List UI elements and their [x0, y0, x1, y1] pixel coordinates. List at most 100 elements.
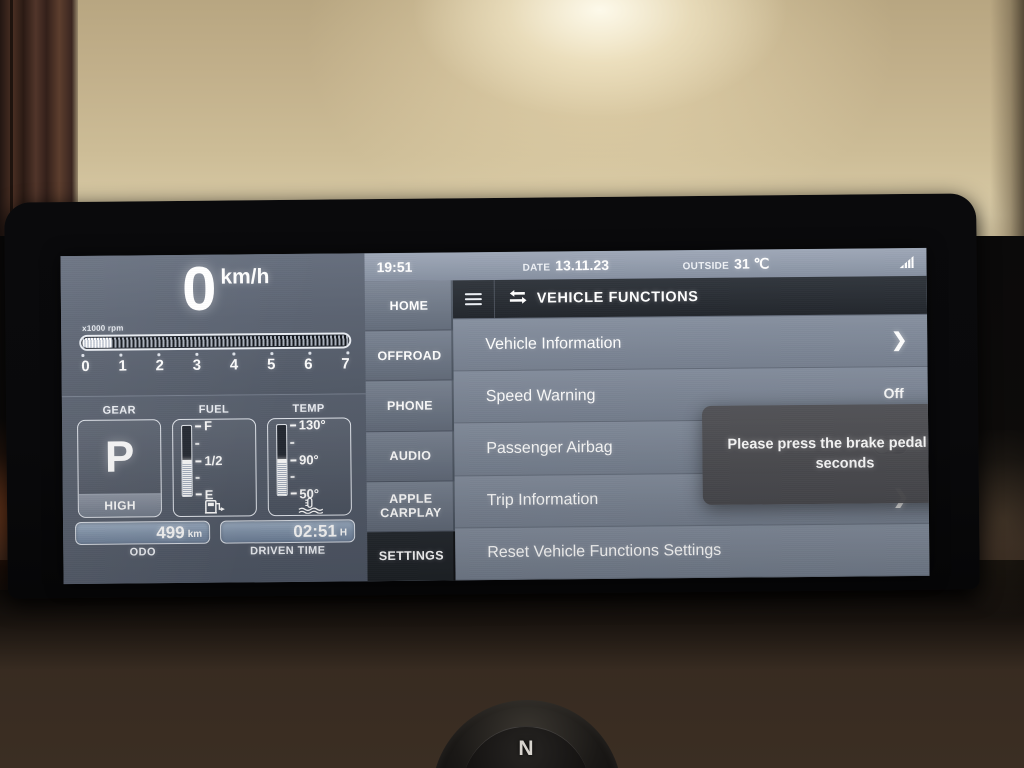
tachometer-number-5: 5: [266, 356, 276, 374]
fuel-gauge-title: FUEL: [198, 403, 230, 416]
tab-settings[interactable]: SETTINGS: [367, 531, 456, 582]
instrument-cluster: 0 km/h x1000 rpm 01234567 GEAR P HIGH FU…: [60, 253, 368, 585]
temp-scale-dash: [289, 441, 294, 444]
fuel-scale-dash: [195, 442, 200, 445]
fuel-scale-dash: [195, 425, 202, 428]
status-bar-date-value: 13.11.23: [555, 256, 610, 274]
fuel-scale-marks: F 1/2 E: [195, 419, 248, 502]
fuel-scale-mark-2: 1/2: [195, 453, 223, 469]
fuel-scale-mark-1: [195, 442, 202, 445]
odometer-value: 499: [156, 522, 185, 542]
temp-level-fill: [277, 460, 287, 496]
menu-row-reset-vehicle-functions-settings[interactable]: Reset Vehicle Functions Settings: [455, 523, 930, 581]
fuel-pump-icon: [174, 497, 256, 515]
status-bar-time: 19:51: [376, 258, 413, 276]
infotainment-pane: 19:51 DATE 13.11.23 OUTSIDE 31 ℃ HOME OF…: [364, 247, 930, 582]
menu-bar: VEHICLE FUNCTIONS: [452, 275, 928, 319]
driven-time: 02:51 H DRIVEN TIME: [219, 519, 356, 558]
odometer-label: ODO: [129, 546, 156, 559]
tachometer-scale-numbers: 0 1 2 3 4 5 6 7: [79, 355, 351, 375]
driven-time-value: 02:51: [293, 521, 337, 541]
tab-home[interactable]: HOME: [364, 280, 454, 332]
tachometer-number-1: 1: [118, 357, 127, 375]
temp-scale-dash: [289, 424, 296, 427]
rotary-knob-label: N: [518, 737, 534, 760]
tachometer-number-4: 4: [229, 356, 239, 374]
driven-time-label: DRIVEN TIME: [250, 544, 326, 558]
odometer-unit: km: [187, 528, 203, 540]
status-bar-date-caption: DATE: [522, 262, 551, 274]
tachometer-number-3: 3: [192, 356, 202, 374]
temp-scale-mark-0: 130°: [289, 417, 326, 433]
fuel-scale-mark-0: F: [195, 419, 212, 434]
fuel-level-bar: [181, 424, 193, 498]
temp-level-needle: [275, 458, 288, 462]
driven-time-unit: H: [339, 527, 348, 539]
gear-gauge: GEAR P HIGH: [77, 404, 163, 519]
gear-position-value: P: [104, 431, 135, 482]
tab-phone[interactable]: PHONE: [365, 380, 455, 432]
tachometer-fill: [82, 337, 112, 348]
gear-gauge-title: GEAR: [102, 404, 137, 417]
tachometer-number-2: 2: [155, 357, 165, 375]
menu-row-vehicle-information[interactable]: Vehicle Information ❯: [453, 313, 928, 372]
temp-scale-mark-1: [289, 441, 297, 444]
signal-bars-icon: [896, 255, 914, 274]
coolant-temp-icon: [268, 496, 350, 514]
status-bar-outside-temp: OUTSIDE 31 ℃: [682, 254, 770, 273]
fuel-gauge-box: F 1/2 E: [171, 418, 257, 518]
infotainment-screen: 0 km/h x1000 rpm 01234567 GEAR P HIGH FU…: [60, 247, 930, 585]
menu-row-label: Reset Vehicle Functions Settings: [487, 542, 722, 562]
tachometer-tick-2: [157, 353, 161, 357]
back-arrow-icon[interactable]: [509, 289, 528, 309]
fuel-gauge: FUEL F 1/2 E: [171, 403, 257, 518]
tab-offroad[interactable]: OFFROAD: [365, 330, 454, 382]
trip-info-row: 499 km ODO 02:51 H DRIVEN TIME: [63, 516, 367, 559]
tachometer-number-7: 7: [341, 355, 350, 373]
tachometer-tick-6: [308, 351, 312, 355]
menu-bar-title: VEHICLE FUNCTIONS: [536, 289, 699, 307]
speed-value: 0: [181, 254, 216, 324]
content-area: VEHICLE FUNCTIONS Vehicle Information ❯ Sp…: [452, 275, 930, 581]
fuel-scale-dash: [195, 477, 200, 480]
fuel-scale-mark-3: [195, 477, 203, 480]
temp-scale-mark-2: 90°: [290, 452, 319, 467]
menu-row-label: Vehicle Information: [485, 334, 622, 353]
brake-pedal-toast: Please press the brake pedal for 3 secon…: [701, 403, 930, 506]
temp-scale-label: 130°: [298, 417, 326, 433]
menu-row-value: Off: [883, 384, 904, 402]
background-right-edge: [990, 0, 1024, 250]
cluster-gauges: GEAR P HIGH FUEL F 1/2 E TEMP 130° 90° 5…: [62, 394, 367, 519]
tachometer-tick-5: [270, 352, 274, 356]
status-bar-date: DATE 13.11.23: [522, 256, 610, 274]
speed-unit: km/h: [220, 265, 270, 289]
fuel-scale-dash: [195, 459, 202, 462]
tab-audio[interactable]: AUDIO: [366, 430, 455, 482]
infotainment-body: HOME OFFROAD PHONE AUDIO APPLE CARPLAY SETTIN…: [364, 275, 930, 582]
menu-row-label: Speed Warning: [485, 386, 596, 405]
tachometer-tick-3: [194, 352, 198, 356]
brake-pedal-toast-message: Please press the brake pedal for 3 secon…: [727, 435, 929, 472]
tab-rail: HOME OFFROAD PHONE AUDIO APPLE CARPLAY SETTIN…: [364, 280, 456, 582]
temp-scale-dash: [290, 492, 297, 495]
status-bar-outside-caption: OUTSIDE: [682, 260, 730, 272]
temp-level-bar: [275, 423, 288, 497]
status-bar-outside-value: 31 ℃: [734, 254, 770, 272]
gear-mode-value: HIGH: [79, 493, 162, 517]
fuel-level-needle: [181, 459, 193, 463]
gear-gauge-box: P HIGH: [77, 419, 163, 519]
temp-gauge-title: TEMP: [292, 402, 325, 415]
temp-scale-mark-3: [290, 476, 297, 479]
hamburger-menu-icon[interactable]: [452, 279, 496, 319]
tab-apple-carplay[interactable]: APPLE CARPLAY: [366, 481, 456, 533]
tachometer-bar: [79, 332, 352, 351]
tachometer-number-0: 0: [81, 357, 90, 375]
fuel-scale-label: 1/2: [204, 453, 223, 469]
tachometer-tick-4: [232, 352, 236, 356]
cluster-top-section: 0 km/h x1000 rpm 0 1 2 3 4 5 6 7: [60, 253, 366, 397]
tachometer-tick-7: [346, 351, 350, 355]
fuel-level-fill: [182, 460, 192, 497]
odometer: 499 km ODO: [74, 520, 211, 559]
chevron-right-icon[interactable]: ❯: [891, 330, 907, 351]
temp-scale-label: 90°: [298, 452, 319, 468]
